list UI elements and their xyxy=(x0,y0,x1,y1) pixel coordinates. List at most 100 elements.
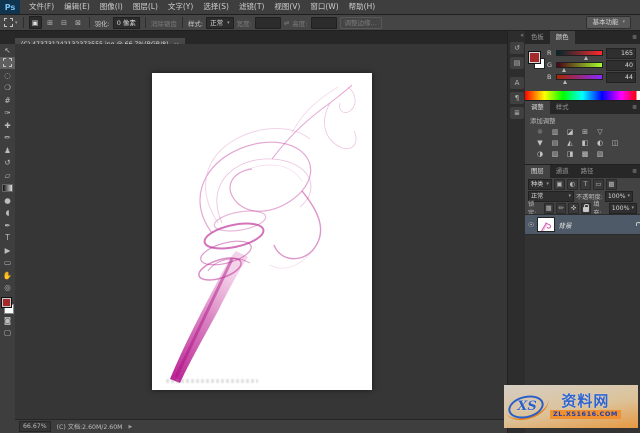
foreground-color-swatch[interactable] xyxy=(1,297,12,308)
green-slider[interactable] xyxy=(556,62,603,72)
paragraph-panel-icon[interactable]: ¶ xyxy=(510,91,524,104)
menu-edit[interactable]: 编辑(E) xyxy=(59,0,95,14)
blur-tool[interactable]: ● xyxy=(0,194,15,207)
hand-tool[interactable]: ✋ xyxy=(0,269,15,282)
layer-row-background[interactable]: ☉ 背景 xyxy=(525,214,640,235)
shape-filter-icon[interactable]: ▭ xyxy=(592,178,604,190)
pen-tool[interactable]: ✒ xyxy=(0,219,15,232)
vibrance-icon[interactable]: ▽ xyxy=(594,127,606,137)
clone-stamp-tool[interactable]: ♟ xyxy=(0,144,15,157)
properties-panel-icon[interactable]: ▤ xyxy=(510,56,524,69)
history-panel-icon[interactable]: ↺ xyxy=(510,41,524,54)
eyedropper-tool[interactable]: ✑ xyxy=(0,107,15,120)
quick-mask-button[interactable]: ◙ xyxy=(0,314,15,327)
slider-thumb[interactable] xyxy=(562,80,567,84)
lock-pixels-icon[interactable]: ✏ xyxy=(555,202,567,214)
antialias-checkbox[interactable]: 消除锯齿 xyxy=(151,18,177,28)
lock-all-icon[interactable] xyxy=(580,202,592,214)
history-brush-tool[interactable]: ↺ xyxy=(0,157,15,170)
color-spectrum-bar[interactable] xyxy=(525,91,640,100)
tab-adjustments[interactable]: 调整 xyxy=(525,101,550,114)
width-input[interactable] xyxy=(254,16,281,29)
lasso-tool[interactable]: ◌ xyxy=(0,69,15,82)
document-canvas[interactable] xyxy=(152,73,372,390)
lock-position-icon[interactable]: ✜ xyxy=(568,202,579,214)
selective-color-icon[interactable]: ▧ xyxy=(594,149,606,159)
new-selection-button[interactable]: ▣ xyxy=(28,16,42,29)
green-value-input[interactable]: 40 xyxy=(606,59,636,71)
brightness-contrast-icon[interactable]: ☼ xyxy=(534,127,546,137)
gradient-map-icon[interactable]: ▩ xyxy=(579,149,591,159)
status-arrow-icon[interactable]: ▶ xyxy=(128,424,132,430)
feather-input[interactable]: 0 像素 xyxy=(112,16,140,29)
threshold-icon[interactable]: ◨ xyxy=(564,149,576,159)
filter-kind-dropdown[interactable]: 种类 ▾ xyxy=(528,178,552,190)
levels-icon[interactable]: ▥ xyxy=(549,127,561,137)
style-dropdown[interactable]: 正常 ▾ xyxy=(206,16,234,29)
channel-mixer-icon[interactable]: ◐ xyxy=(594,138,606,148)
curves-icon[interactable]: ◪ xyxy=(564,127,576,137)
red-value-input[interactable]: 165 xyxy=(606,47,636,59)
menu-window[interactable]: 窗口(W) xyxy=(305,0,343,14)
panel-menu-icon[interactable]: ≣ xyxy=(632,165,640,178)
posterize-icon[interactable]: ▨ xyxy=(549,149,561,159)
tab-channels[interactable]: 通道 xyxy=(550,165,575,178)
menu-help[interactable]: 帮助(H) xyxy=(344,0,381,14)
menu-type[interactable]: 文字(Y) xyxy=(163,0,198,14)
lock-transparent-icon[interactable]: ▦ xyxy=(543,202,554,214)
tab-swatches[interactable]: 色板 xyxy=(525,31,550,44)
refine-edge-button[interactable]: 调整边缘… xyxy=(339,16,382,29)
brush-tool[interactable]: ✏ xyxy=(0,132,15,145)
eraser-tool[interactable]: ▱ xyxy=(0,169,15,182)
menu-layer[interactable]: 图层(L) xyxy=(128,0,163,14)
tab-color[interactable]: 颜色 xyxy=(549,31,575,44)
red-slider[interactable] xyxy=(556,50,603,60)
smart-object-filter-icon[interactable]: ▩ xyxy=(605,178,617,190)
spot-healing-tool[interactable]: ✚ xyxy=(0,119,15,132)
tab-layers[interactable]: 图层 xyxy=(525,165,550,178)
type-filter-icon[interactable]: T xyxy=(579,178,591,190)
type-tool[interactable]: T xyxy=(0,232,15,245)
menu-file[interactable]: 文件(F) xyxy=(24,0,59,14)
pixel-filter-icon[interactable]: ▣ xyxy=(553,178,565,190)
height-input[interactable] xyxy=(310,16,337,29)
tab-styles[interactable]: 样式 xyxy=(550,101,575,114)
workspace-switcher[interactable]: 基本功能 ▾ xyxy=(586,16,631,29)
path-selection-tool[interactable]: ▶ xyxy=(0,244,15,257)
color-lookup-icon[interactable]: ◫ xyxy=(609,138,621,148)
quick-selection-tool[interactable]: ❍ xyxy=(0,82,15,95)
adjustment-filter-icon[interactable]: ◐ xyxy=(566,178,578,190)
subtract-selection-button[interactable]: ⊟ xyxy=(59,17,70,28)
blue-slider[interactable] xyxy=(556,74,603,84)
menu-filter[interactable]: 滤镜(T) xyxy=(234,0,269,14)
hue-saturation-icon[interactable]: ▼ xyxy=(534,138,546,148)
tool-preset-picker[interactable]: ▾ xyxy=(4,18,18,27)
shape-tool[interactable]: ▭ xyxy=(0,257,15,270)
slider-thumb[interactable] xyxy=(562,68,567,72)
swap-dimensions-icon[interactable]: ⇄ xyxy=(284,19,289,27)
color-balance-icon[interactable]: ▤ xyxy=(549,138,561,148)
zoom-level-input[interactable]: 66.67% xyxy=(19,421,51,432)
gradient-tool[interactable] xyxy=(0,182,15,195)
menu-select[interactable]: 选择(S) xyxy=(198,0,234,14)
screen-mode-button[interactable]: ▢ xyxy=(0,327,15,340)
fill-input[interactable]: 100% ▾ xyxy=(608,202,637,214)
tab-paths[interactable]: 路径 xyxy=(575,165,600,178)
panel-menu-icon[interactable]: ≣ xyxy=(632,31,640,44)
foreground-color-swatch[interactable] xyxy=(528,51,541,64)
character-panel-icon[interactable]: A xyxy=(510,76,524,89)
invert-icon[interactable]: ◑ xyxy=(534,149,546,159)
opacity-input[interactable]: 100% ▾ xyxy=(604,190,634,202)
zoom-tool[interactable]: ◎ xyxy=(0,282,15,295)
dodge-tool[interactable]: ◖ xyxy=(0,207,15,220)
intersect-selection-button[interactable]: ⊠ xyxy=(73,17,84,28)
blue-value-input[interactable]: 44 xyxy=(606,71,636,83)
visibility-eye-icon[interactable]: ☉ xyxy=(528,221,534,229)
exposure-icon[interactable]: ⊞ xyxy=(579,127,591,137)
panel-menu-icon[interactable]: ≣ xyxy=(632,101,640,114)
photo-filter-icon[interactable]: ◧ xyxy=(579,138,591,148)
black-white-icon[interactable]: ◭ xyxy=(564,138,576,148)
rectangular-marquee-tool[interactable] xyxy=(0,56,15,69)
move-tool[interactable]: ↖ xyxy=(0,44,15,57)
slider-thumb[interactable] xyxy=(584,56,589,60)
